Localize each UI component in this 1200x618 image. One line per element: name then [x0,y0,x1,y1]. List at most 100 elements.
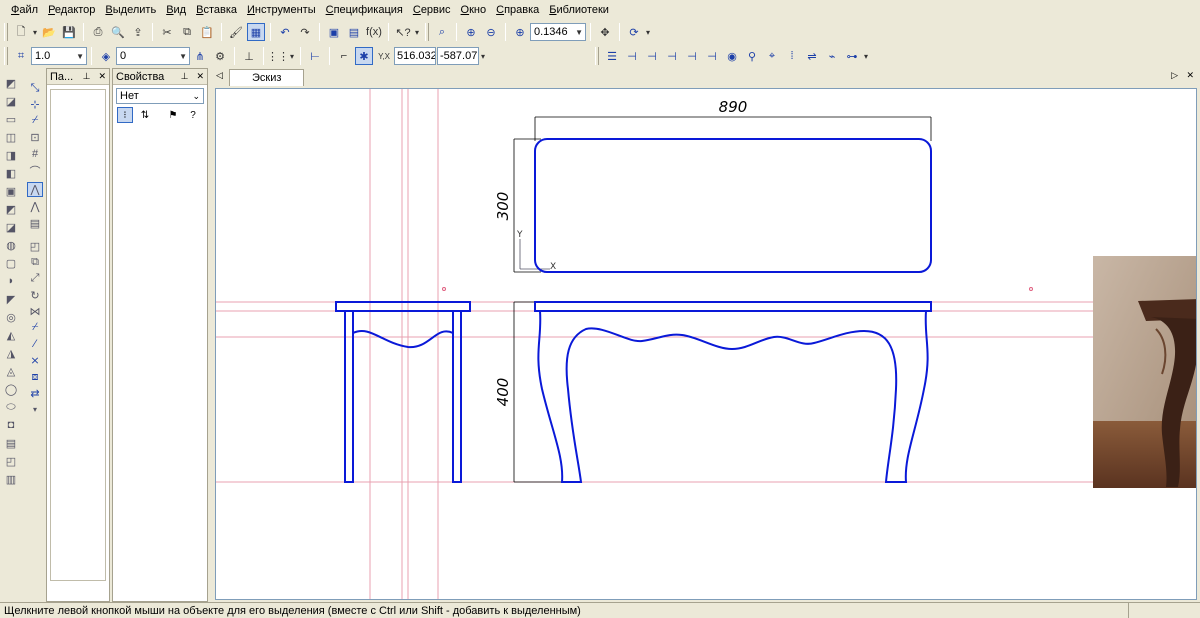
copy-icon[interactable]: ⧉ [178,23,196,41]
pattern-icon[interactable]: ◬ [3,364,19,379]
trim-icon[interactable]: ⌿ [27,321,43,334]
hole-icon[interactable]: ◎ [3,310,19,325]
variables-icon[interactable]: ▣ [325,23,343,41]
auxiliary-line-icon[interactable]: ⊹ [27,98,43,111]
sort-alpha-icon[interactable]: ⇅ [137,107,153,123]
menu-window[interactable]: Окно [456,1,492,19]
chevron-down-icon[interactable]: ▾ [862,52,870,61]
format-brush-icon[interactable]: 🖌 [227,23,245,41]
menu-insert[interactable]: Вставка [191,1,242,19]
measure-panel-icon[interactable]: ◧ [3,166,19,181]
vertical-dim-icon[interactable]: ⁞ [783,47,801,65]
zoom-combo[interactable]: 0.1346 ▼ [530,23,586,41]
save-icon[interactable]: 💾 [60,23,78,41]
select-panel-icon[interactable]: ▣ [3,184,19,199]
text-icon[interactable]: ▤ [27,217,43,230]
menu-edit[interactable]: Редактор [43,1,100,19]
properties-icon[interactable]: ⚑ [165,107,181,123]
line-scale-combo[interactable]: 1.0 ▼ [31,47,87,65]
menu-select[interactable]: Выделить [100,1,161,19]
equal-length-icon[interactable]: ⇌ [803,47,821,65]
symmetry-icon[interactable]: ⌁ [823,47,841,65]
help-pointer-icon[interactable]: ↖? [394,23,412,41]
zoom-window-icon[interactable]: ⌕ [433,23,451,41]
local-cs-icon[interactable]: ⊢ [306,47,324,65]
designations-panel-icon[interactable]: ▭ [3,112,19,127]
tab-right-arrow-icon[interactable]: ▷ [1171,70,1178,81]
copy-object-icon[interactable]: ⧉ [27,256,43,269]
extrude-icon[interactable]: ◩ [3,202,19,217]
toolbar-grip[interactable] [4,47,8,65]
chamfer-icon[interactable]: ◤ [3,292,19,307]
object-select[interactable]: Нет ⌄ [116,88,204,104]
geometry-panel-icon[interactable]: ◩ [3,76,19,91]
edit-panel-icon[interactable]: ◫ [3,130,19,145]
menu-service[interactable]: Сервис [408,1,456,19]
function-icon[interactable]: f(x) [365,23,383,41]
print-preview-icon[interactable]: 🔍 [109,23,127,41]
layers-icon[interactable]: ▤ [345,23,363,41]
menu-libraries[interactable]: Библиотеки [544,1,614,19]
sweep-icon[interactable]: ◯ [3,382,19,397]
pin-icon[interactable]: ⊥ [181,71,189,82]
export-icon[interactable]: ⇪ [129,23,147,41]
rotate-icon[interactable]: ◍ [3,238,19,253]
layer-combo[interactable]: 0 ▼ [116,47,190,65]
scale-icon[interactable]: ⌗ [12,47,30,65]
chevron-down-icon[interactable]: ▾ [479,52,487,61]
ortho-icon[interactable]: ⊥ [240,47,258,65]
tab-left-arrow-icon[interactable]: ◁ [216,70,223,81]
extend-icon[interactable]: ⁄ [27,338,43,351]
coincident-icon[interactable]: ⚲ [743,47,761,65]
tangent-constraint-icon[interactable]: ⊣ [703,47,721,65]
assembly-icon[interactable]: ◰ [3,454,19,469]
orthogonal-mode-icon[interactable]: ⌐ [335,47,353,65]
undo-icon[interactable]: ↶ [276,23,294,41]
transform-icon[interactable]: ⇄ [27,387,43,400]
point-on-curve-icon[interactable]: ◉ [723,47,741,65]
shell-icon[interactable]: ▢ [3,256,19,271]
spline-icon[interactable]: ⋀ [27,182,43,198]
new-document-icon[interactable]: 🗋 [12,23,30,41]
vertical-constraint-icon[interactable]: ⊣ [643,47,661,65]
cut-icon[interactable]: ✂ [158,23,176,41]
open-folder-icon[interactable]: 📂 [40,23,58,41]
circle-icon[interactable]: ⊡ [27,131,43,144]
toolbar-grip[interactable] [595,47,599,65]
zoom-scale-icon[interactable]: ⊕ [511,23,529,41]
parameters-tree[interactable] [50,89,106,581]
toolbar-grip[interactable] [425,23,429,41]
menu-help[interactable]: Справка [491,1,544,19]
sheet-metal-icon[interactable]: ▤ [3,436,19,451]
menu-specification[interactable]: Спецификация [321,1,408,19]
snap-mode-icon[interactable]: ✱ [355,47,373,65]
constraints-list-icon[interactable]: ☰ [603,47,621,65]
surface-icon[interactable]: ◘ [3,418,19,433]
paste-icon[interactable]: 📋 [198,23,216,41]
pan-icon[interactable]: ✥ [596,23,614,41]
segment-icon[interactable]: ⌿ [27,114,43,127]
loft-icon[interactable]: ⬭ [3,400,19,415]
dimensions-panel-icon[interactable]: ◪ [3,94,19,109]
menu-file[interactable]: Файл [6,1,43,19]
close-icon[interactable]: ✕ [196,71,204,82]
rib-icon[interactable]: ◭ [3,328,19,343]
perpendicular-constraint-icon[interactable]: ⊣ [683,47,701,65]
horizontal-constraint-icon[interactable]: ⊣ [623,47,641,65]
parallel-constraint-icon[interactable]: ⊣ [663,47,681,65]
symmetry-object-icon[interactable]: ⋈ [27,305,43,318]
fillet-icon[interactable]: ◗ [3,274,19,289]
help-icon[interactable]: ? [185,107,201,123]
fix-dimension-icon[interactable]: ⊶ [843,47,861,65]
close-icon[interactable]: ✕ [98,71,106,82]
snap-magnet-icon[interactable]: ⋔ [191,47,209,65]
rotate-object-icon[interactable]: ↻ [27,289,43,302]
coord-x-field[interactable]: 516.032 [394,47,436,65]
offset-icon[interactable]: ◰ [27,240,43,253]
chevron-down-icon[interactable]: ▾ [644,28,652,37]
parametrization-panel-icon[interactable]: ◨ [3,148,19,163]
drawing-canvas[interactable]: 890 300 400 Y X [215,88,1197,600]
fix-point-icon[interactable]: ⌖ [763,47,781,65]
break-icon[interactable]: ⨯ [27,354,43,367]
cut-extrude-icon[interactable]: ◪ [3,220,19,235]
